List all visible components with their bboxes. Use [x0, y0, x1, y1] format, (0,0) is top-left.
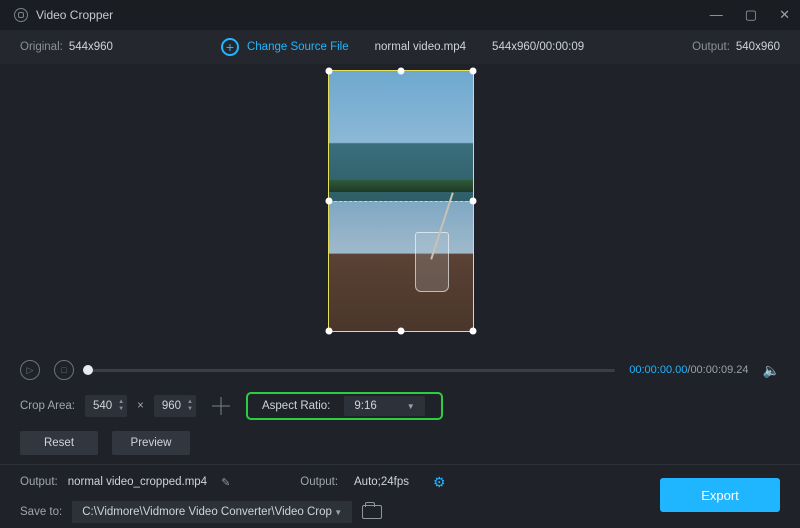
reset-button[interactable]: Reset	[20, 431, 98, 455]
save-path-value: C:\Vidmore\Vidmore Video Converter\Video…	[82, 506, 332, 518]
info-bar: Original: 544x960 + Change Source File n…	[0, 30, 800, 64]
close-button[interactable]: ✕	[779, 7, 790, 23]
crop-width-field[interactable]: 540 ▲▼	[85, 395, 127, 417]
preview-glass	[415, 232, 449, 292]
crop-area-label: Crop Area:	[20, 400, 75, 412]
save-path-dropdown[interactable]: C:\Vidmore\Vidmore Video Converter\Video…	[72, 501, 352, 523]
crop-width-spinner[interactable]: ▲▼	[118, 399, 124, 413]
aspect-ratio-label: Aspect Ratio:	[262, 400, 330, 412]
preview-image-bottom	[329, 201, 473, 331]
seek-knob[interactable]	[83, 365, 93, 375]
change-source-label: Change Source File	[247, 41, 349, 53]
plus-circle-icon: +	[221, 38, 239, 56]
preview-island	[329, 180, 473, 192]
crop-handle-bl[interactable]	[326, 328, 333, 335]
crop-handle-ml[interactable]	[326, 198, 333, 205]
save-to-label: Save to:	[20, 506, 62, 518]
crop-midline	[329, 201, 473, 202]
crop-box[interactable]	[328, 70, 474, 332]
time-total: 00:00:09.24	[690, 364, 748, 376]
reset-label: Reset	[44, 437, 74, 449]
time-display: 00:00:00.00/00:00:09.24	[629, 364, 748, 376]
original-label: Original:	[20, 41, 63, 53]
play-button[interactable]: ▷	[20, 360, 40, 380]
output-filename: normal video_cropped.mp4	[68, 476, 207, 488]
maximize-button[interactable]: ▢	[745, 7, 757, 23]
crop-height-value: 960	[162, 400, 181, 412]
output-dimensions: 540x960	[736, 41, 780, 53]
export-label: Export	[701, 488, 739, 503]
chevron-down-icon: ▼	[407, 402, 415, 411]
preview-label: Preview	[131, 437, 172, 449]
volume-icon[interactable]: 🔈	[763, 362, 780, 379]
preview-canvas[interactable]	[0, 64, 800, 354]
times-symbol: ×	[137, 400, 144, 412]
seek-track[interactable]	[88, 369, 615, 372]
output-file-label: Output:	[20, 476, 58, 488]
preview-button[interactable]: Preview	[112, 431, 190, 455]
output-format-value: Auto;24fps	[354, 476, 409, 488]
window-controls: — ▢ ✕	[710, 7, 790, 23]
output-label: Output:	[692, 41, 730, 53]
crop-handle-bc[interactable]	[398, 328, 405, 335]
crop-handle-br[interactable]	[470, 328, 477, 335]
export-button[interactable]: Export	[660, 478, 780, 512]
titlebar: Video Cropper — ▢ ✕	[0, 0, 800, 30]
stop-button[interactable]: □	[54, 360, 74, 380]
crop-handle-tr[interactable]	[470, 68, 477, 75]
aspect-ratio-dropdown[interactable]: 9:16 ▼	[344, 396, 424, 416]
app-icon	[14, 8, 28, 22]
action-buttons-row: Reset Preview	[0, 426, 800, 460]
crop-handle-tl[interactable]	[326, 68, 333, 75]
output-format-label: Output:	[300, 476, 338, 488]
crop-height-spinner[interactable]: ▲▼	[187, 399, 193, 413]
original-dimensions: 544x960	[69, 41, 113, 53]
app-title: Video Cropper	[36, 8, 113, 22]
timeline: ▷ □ 00:00:00.00/00:00:09.24 🔈	[0, 354, 800, 386]
crop-width-value: 540	[93, 400, 112, 412]
separator	[0, 464, 800, 465]
time-current: 00:00:00.00	[629, 364, 687, 376]
crop-handle-mr[interactable]	[470, 198, 477, 205]
source-dims-time: 544x960/00:00:09	[492, 41, 584, 53]
chevron-down-icon: ▼	[334, 508, 342, 517]
crop-handle-tc[interactable]	[398, 68, 405, 75]
aspect-ratio-group: Aspect Ratio: 9:16 ▼	[246, 392, 443, 420]
crop-height-field[interactable]: 960 ▲▼	[154, 395, 196, 417]
open-folder-icon[interactable]	[362, 505, 382, 519]
aspect-ratio-value: 9:16	[354, 400, 376, 412]
source-filename: normal video.mp4	[375, 41, 466, 53]
output-settings-gear-icon[interactable]: ⚙	[433, 474, 446, 491]
center-crop-icon[interactable]	[212, 397, 230, 415]
edit-filename-icon[interactable]: ✎	[221, 476, 230, 489]
crop-settings-row: Crop Area: 540 ▲▼ × 960 ▲▼ Aspect Ratio:…	[0, 386, 800, 426]
change-source-button[interactable]: + Change Source File	[221, 38, 349, 56]
minimize-button[interactable]: —	[710, 7, 723, 23]
